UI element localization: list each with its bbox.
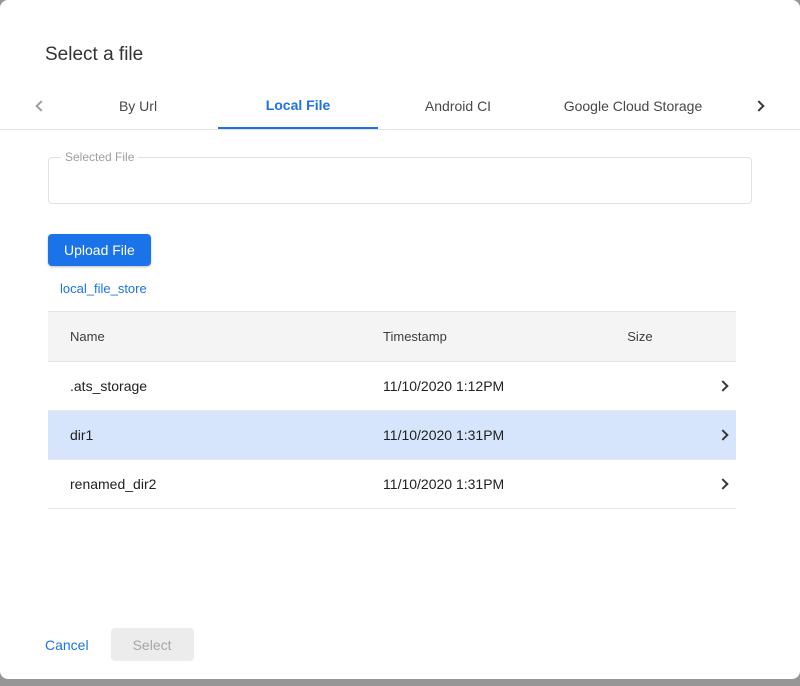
- dialog-content: Selected File Upload File local_file_sto…: [0, 157, 800, 509]
- cell-timestamp: 11/10/2020 1:12PM: [361, 378, 605, 394]
- tab-list: By Url Local File Android CI Google Clou…: [58, 82, 728, 129]
- tabs-scroll-left-button[interactable]: [24, 82, 58, 129]
- chevron-right-icon: [717, 429, 728, 440]
- table-header-row: Name Timestamp Size: [48, 312, 736, 362]
- row-open-button[interactable]: [711, 472, 735, 496]
- chevron-right-icon: [753, 100, 764, 111]
- cancel-button[interactable]: Cancel: [45, 631, 89, 659]
- col-header-name: Name: [48, 329, 361, 344]
- file-table: Name Timestamp Size .ats_storage 11/10/2…: [48, 311, 736, 509]
- upload-file-button[interactable]: Upload File: [48, 234, 151, 266]
- dialog-title: Select a file: [0, 0, 800, 66]
- cell-timestamp: 11/10/2020 1:31PM: [361, 476, 605, 492]
- select-file-dialog: Select a file By Url Local File Android …: [0, 0, 800, 679]
- tab-by-url[interactable]: By Url: [58, 82, 218, 129]
- tab-bar: By Url Local File Android CI Google Clou…: [0, 82, 800, 130]
- chevron-right-icon: [717, 478, 728, 489]
- cell-name: .ats_storage: [48, 378, 361, 394]
- table-row[interactable]: dir1 11/10/2020 1:31PM: [48, 411, 736, 460]
- cell-name: dir1: [48, 427, 361, 443]
- row-open-button[interactable]: [711, 374, 735, 398]
- tab-android-ci[interactable]: Android CI: [378, 82, 538, 129]
- select-button[interactable]: Select: [111, 628, 194, 661]
- selected-file-field: Selected File: [48, 157, 752, 204]
- row-open-button[interactable]: [711, 423, 735, 447]
- selected-file-label: Selected File: [61, 150, 138, 164]
- tab-google-cloud-storage[interactable]: Google Cloud Storage: [538, 82, 728, 129]
- chevron-left-icon: [35, 100, 46, 111]
- col-header-size: Size: [605, 329, 681, 344]
- tab-local-file[interactable]: Local File: [218, 82, 378, 129]
- tabs-scroll-right-button[interactable]: [742, 82, 776, 129]
- chevron-right-icon: [717, 380, 728, 391]
- cell-timestamp: 11/10/2020 1:31PM: [361, 427, 605, 443]
- table-row[interactable]: renamed_dir2 11/10/2020 1:31PM: [48, 460, 736, 509]
- dialog-footer: Cancel Select: [45, 628, 194, 661]
- col-header-timestamp: Timestamp: [361, 329, 605, 344]
- table-row[interactable]: .ats_storage 11/10/2020 1:12PM: [48, 362, 736, 411]
- breadcrumb-link[interactable]: local_file_store: [60, 281, 147, 296]
- selected-file-input[interactable]: [49, 158, 751, 203]
- cell-name: renamed_dir2: [48, 476, 361, 492]
